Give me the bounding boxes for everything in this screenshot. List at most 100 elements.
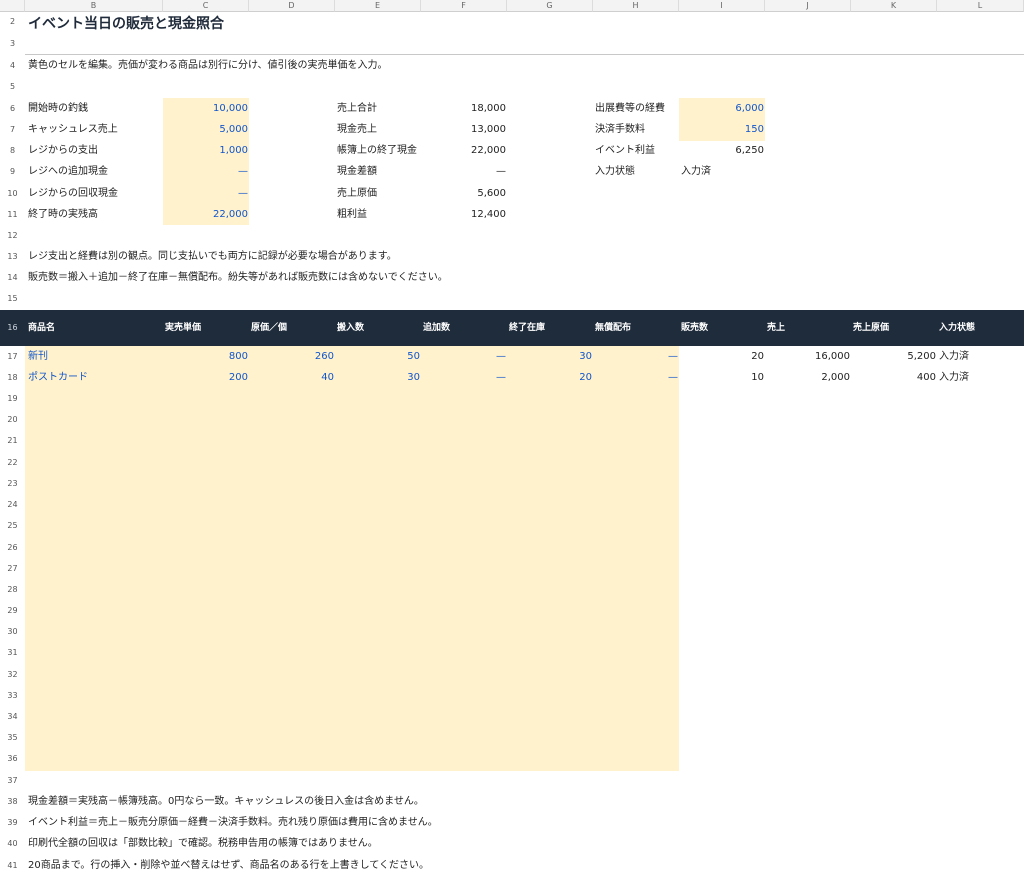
th-sales[interactable]: 売上: [767, 322, 785, 334]
row-header[interactable]: 24: [0, 500, 25, 509]
cash-value-input[interactable]: 22,000: [163, 209, 248, 221]
expense-label[interactable]: イベント利益: [595, 145, 655, 157]
th-added[interactable]: 追加数: [423, 322, 450, 334]
row-header[interactable]: 19: [0, 394, 25, 403]
th-free-giveaway[interactable]: 無償配布: [595, 322, 631, 334]
summary-label[interactable]: 粗利益: [337, 209, 367, 221]
table-cell-stock-in[interactable]: 50: [335, 351, 420, 363]
summary-value[interactable]: 12,400: [421, 209, 506, 221]
expense-value-input[interactable]: 6,000: [679, 103, 764, 115]
cash-value-input[interactable]: 1,000: [163, 145, 248, 157]
col-header-k[interactable]: K: [851, 0, 937, 12]
summary-value[interactable]: —: [421, 166, 506, 178]
row-header[interactable]: 35: [0, 733, 25, 742]
summary-value[interactable]: 18,000: [421, 103, 506, 115]
note-row-40[interactable]: 印刷代全額の回収は「部数比較」で確認。税務申告用の帳簿ではありません。: [28, 838, 378, 850]
row-header[interactable]: 41: [0, 861, 25, 870]
row-header[interactable]: 26: [0, 543, 25, 552]
table-cell-sold[interactable]: 20: [679, 351, 764, 363]
col-header-h[interactable]: H: [593, 0, 679, 12]
th-input-status[interactable]: 入力状態: [939, 322, 975, 334]
summary-label[interactable]: 現金差額: [337, 166, 377, 178]
note-row-39[interactable]: イベント利益＝売上－販売分原価－経費－決済手数料。売れ残り原価は費用に含めません…: [28, 817, 438, 829]
row-header[interactable]: 32: [0, 670, 25, 679]
th-unit-price[interactable]: 実売単価: [165, 322, 201, 334]
th-end-stock[interactable]: 終了在庫: [509, 322, 545, 334]
col-header-e[interactable]: E: [335, 0, 421, 12]
note-row-13[interactable]: レジ支出と経費は別の観点。同じ支払いでも両方に記録が必要な場合があります。: [28, 251, 397, 263]
cash-value-input[interactable]: —: [163, 166, 248, 178]
table-cell-status[interactable]: 入力済: [939, 351, 969, 363]
table-cell-stock-in[interactable]: 30: [335, 372, 420, 384]
th-units-sold[interactable]: 販売数: [681, 322, 708, 334]
expense-value[interactable]: 6,250: [679, 145, 764, 157]
row-header[interactable]: 27: [0, 564, 25, 573]
row-header[interactable]: 6: [0, 104, 25, 113]
summary-label[interactable]: 売上原価: [337, 188, 377, 200]
row-header[interactable]: 33: [0, 691, 25, 700]
note-row-41[interactable]: 20商品まで。行の挿入・削除や並べ替えはせず、商品名のある行を上書きしてください…: [28, 860, 429, 872]
th-cogs[interactable]: 売上原価: [853, 322, 889, 334]
table-cell-cost[interactable]: 260: [249, 351, 334, 363]
note-row-14[interactable]: 販売数＝搬入＋追加－終了在庫－無償配布。紛失等があれば販売数には含めないでくださ…: [28, 272, 448, 284]
row-header[interactable]: 36: [0, 754, 25, 763]
table-cell-cost[interactable]: 40: [249, 372, 334, 384]
cash-label[interactable]: 終了時の実残高: [28, 209, 98, 221]
table-cell-status[interactable]: 入力済: [939, 372, 969, 384]
summary-label[interactable]: 現金売上: [337, 124, 377, 136]
cash-label[interactable]: レジへの追加現金: [28, 166, 108, 178]
cash-value-input[interactable]: —: [163, 188, 248, 200]
th-unit-cost[interactable]: 原価／個: [251, 322, 287, 334]
table-cell-product[interactable]: ポストカード: [28, 372, 88, 384]
table-cell-cogs[interactable]: 400: [851, 372, 936, 384]
row-header[interactable]: 17: [0, 352, 25, 361]
row-header[interactable]: 30: [0, 627, 25, 636]
row-header[interactable]: 4: [0, 61, 25, 70]
row-header[interactable]: 20: [0, 415, 25, 424]
table-cell-free[interactable]: —: [593, 351, 678, 363]
table-cell-added[interactable]: —: [421, 372, 506, 384]
cash-label[interactable]: キャッシュレス売上: [28, 124, 118, 136]
table-cell-product[interactable]: 新刊: [28, 351, 48, 363]
table-cell-sold[interactable]: 10: [679, 372, 764, 384]
row-header[interactable]: 34: [0, 712, 25, 721]
row-header[interactable]: 11: [0, 210, 25, 219]
table-cell-end-stock[interactable]: 20: [507, 372, 592, 384]
cash-label[interactable]: レジからの支出: [28, 145, 98, 157]
expense-value-input[interactable]: 150: [679, 124, 764, 136]
row-header[interactable]: 5: [0, 82, 25, 91]
col-header-i[interactable]: I: [679, 0, 765, 12]
col-header-f[interactable]: F: [421, 0, 507, 12]
th-stock-in[interactable]: 搬入数: [337, 322, 364, 334]
instruction-text[interactable]: 黄色のセルを編集。売価が変わる商品は別行に分け、値引後の実売単価を入力。: [28, 60, 388, 72]
corner-cell[interactable]: [0, 0, 25, 12]
note-row-38[interactable]: 現金差額＝実残高－帳簿残高。0円なら一致。キャッシュレスの後日入金は含めません。: [28, 796, 424, 808]
expense-label[interactable]: 出展費等の経費: [595, 103, 665, 115]
cash-label[interactable]: 開始時の釣銭: [28, 103, 88, 115]
col-header-b[interactable]: B: [25, 0, 163, 12]
table-cell-sales[interactable]: 16,000: [765, 351, 850, 363]
cash-label[interactable]: レジからの回収現金: [28, 188, 118, 200]
col-header-c[interactable]: C: [163, 0, 249, 12]
cash-value-input[interactable]: 5,000: [163, 124, 248, 136]
summary-label[interactable]: 帳簿上の終了現金: [337, 145, 417, 157]
summary-value[interactable]: 5,600: [421, 188, 506, 200]
row-header[interactable]: 29: [0, 606, 25, 615]
table-cell-price[interactable]: 200: [163, 372, 248, 384]
table-cell-price[interactable]: 800: [163, 351, 248, 363]
row-header[interactable]: 40: [0, 839, 25, 848]
row-header[interactable]: 3: [0, 39, 25, 48]
page-title[interactable]: イベント当日の販売と現金照合: [28, 16, 224, 32]
row-header[interactable]: 25: [0, 521, 25, 530]
row-header[interactable]: 16: [0, 323, 25, 332]
row-header[interactable]: 18: [0, 373, 25, 382]
table-cell-cogs[interactable]: 5,200: [851, 351, 936, 363]
row-header[interactable]: 39: [0, 818, 25, 827]
table-cell-end-stock[interactable]: 30: [507, 351, 592, 363]
row-header[interactable]: 12: [0, 231, 25, 240]
row-header[interactable]: 9: [0, 167, 25, 176]
row-header[interactable]: 15: [0, 294, 25, 303]
row-header[interactable]: 10: [0, 189, 25, 198]
col-header-g[interactable]: G: [507, 0, 593, 12]
col-header-d[interactable]: D: [249, 0, 335, 12]
